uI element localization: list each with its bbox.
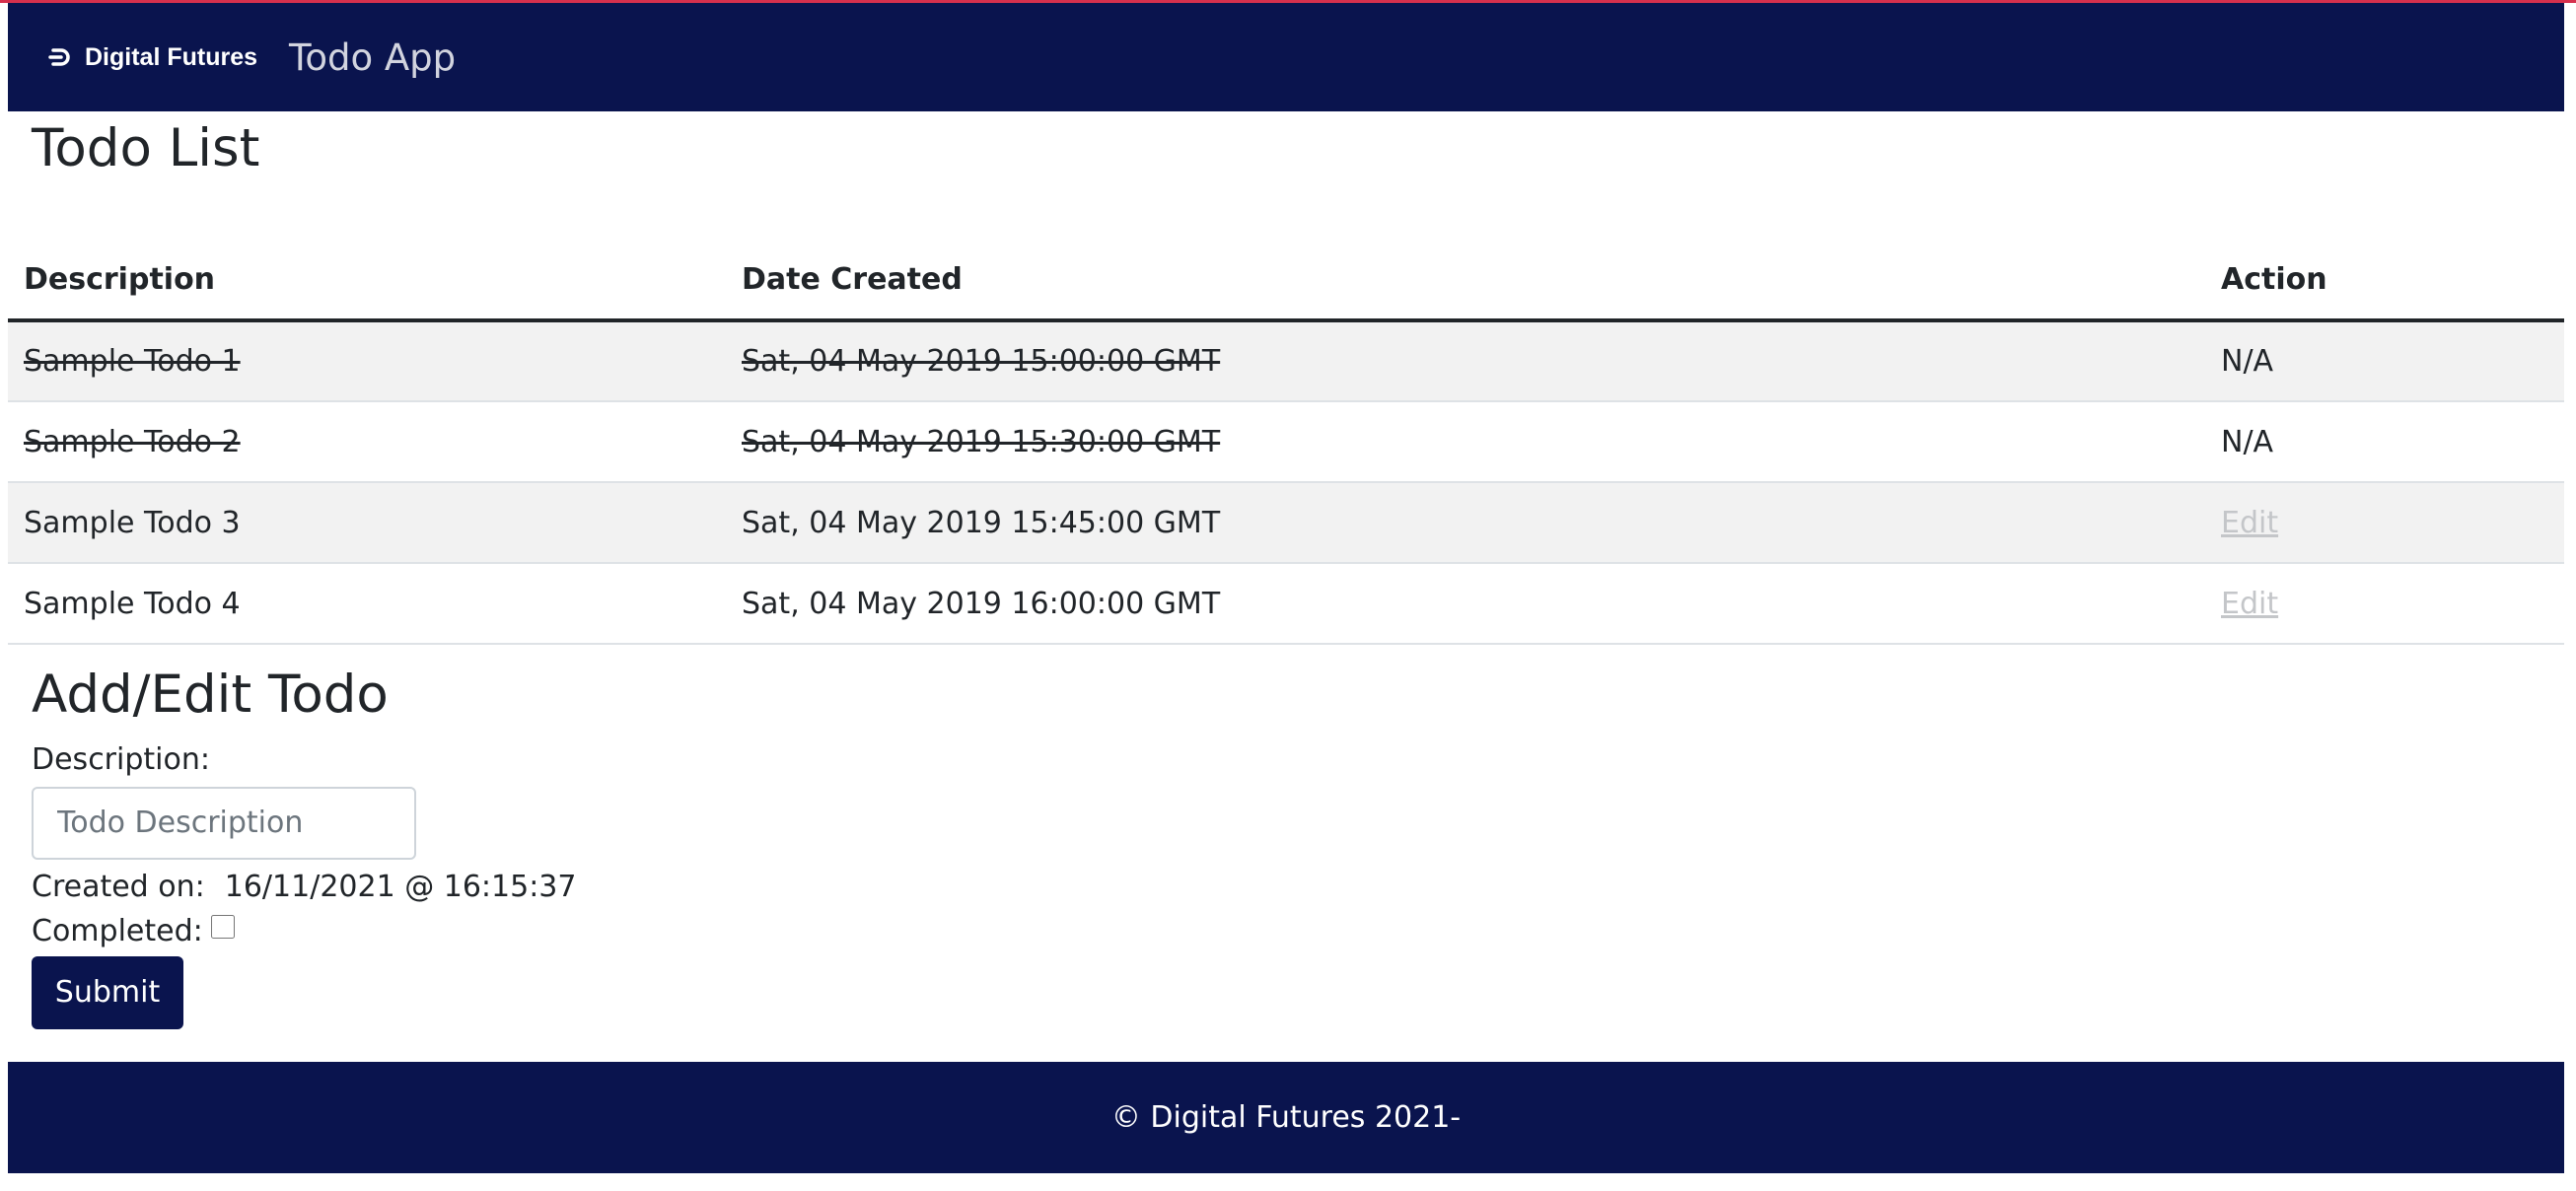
todo-date-created: Sat, 04 May 2019 15:30:00 GMT bbox=[726, 401, 2205, 483]
page: Digital Futures Todo App Todo List Descr… bbox=[0, 0, 2576, 1191]
table-row: Sample Todo 2 Sat, 04 May 2019 15:30:00 … bbox=[8, 401, 2564, 483]
submit-button[interactable]: Submit bbox=[32, 955, 183, 1029]
description-input[interactable] bbox=[32, 786, 416, 860]
todo-date-created: Sat, 04 May 2019 16:00:00 GMT bbox=[726, 563, 2205, 645]
todo-description: Sample Todo 1 bbox=[8, 320, 726, 402]
app-title-link[interactable]: Todo App bbox=[289, 36, 456, 79]
todo-date-created: Sat, 04 May 2019 15:00:00 GMT bbox=[726, 320, 2205, 402]
form-title: Add/Edit Todo bbox=[32, 665, 389, 725]
completed-checkbox[interactable] bbox=[210, 915, 235, 940]
footer-copyright: © Digital Futures 2021- bbox=[1110, 1100, 1462, 1135]
created-on-label: Created on: bbox=[32, 869, 205, 904]
digital-futures-logo-icon bbox=[48, 48, 70, 66]
footer: © Digital Futures 2021- bbox=[8, 1062, 2564, 1173]
todo-action-na: N/A bbox=[2205, 401, 2564, 483]
column-header-date-created: Date Created bbox=[726, 240, 2205, 322]
column-header-description: Description bbox=[8, 240, 726, 322]
todo-description: Sample Todo 3 bbox=[8, 482, 726, 564]
edit-link[interactable]: Edit bbox=[2221, 506, 2278, 540]
column-header-action: Action bbox=[2205, 240, 2564, 322]
add-edit-todo-form: Add/Edit Todo Description: Created on: 1… bbox=[32, 664, 576, 1029]
todo-action-na: N/A bbox=[2205, 320, 2564, 402]
description-label: Description: bbox=[32, 741, 210, 777]
created-on-value: 16/11/2021 @ 16:15:37 bbox=[224, 869, 577, 904]
navbar: Digital Futures Todo App bbox=[8, 3, 2564, 111]
table-row: Sample Todo 4 Sat, 04 May 2019 16:00:00 … bbox=[8, 563, 2564, 645]
todo-action-cell: Edit bbox=[2205, 482, 2564, 564]
created-on-row: Created on: 16/11/2021 @ 16:15:37 bbox=[32, 870, 576, 904]
todo-list-title: Todo List bbox=[32, 118, 260, 178]
brand-link[interactable]: Digital Futures bbox=[47, 43, 257, 72]
table-row: Sample Todo 1 Sat, 04 May 2019 15:00:00 … bbox=[8, 320, 2564, 402]
todo-date-created: Sat, 04 May 2019 15:45:00 GMT bbox=[726, 482, 2205, 564]
completed-row: Completed: bbox=[32, 914, 576, 948]
todo-description: Sample Todo 4 bbox=[8, 563, 726, 645]
table-row: Sample Todo 3 Sat, 04 May 2019 15:45:00 … bbox=[8, 482, 2564, 564]
completed-label: Completed: bbox=[32, 913, 203, 948]
todo-description: Sample Todo 2 bbox=[8, 401, 726, 483]
todo-table: Description Date Created Action Sample T… bbox=[8, 240, 2564, 645]
edit-link[interactable]: Edit bbox=[2221, 587, 2278, 621]
table-header-row: Description Date Created Action bbox=[8, 240, 2564, 322]
brand-name: Digital Futures bbox=[85, 42, 258, 71]
todo-action-cell: Edit bbox=[2205, 563, 2564, 645]
